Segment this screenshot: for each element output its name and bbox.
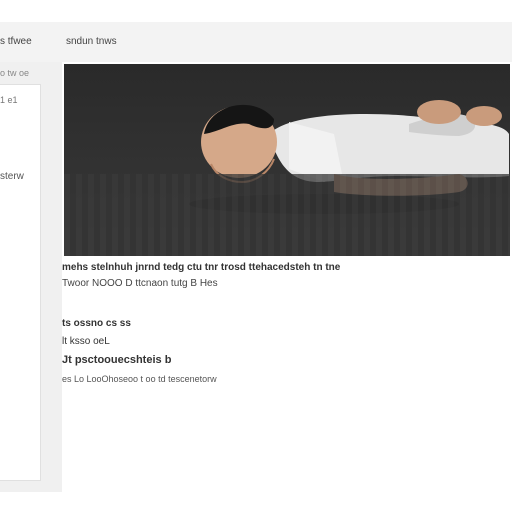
bottom-margin <box>0 492 512 512</box>
featured-photo[interactable] <box>64 64 510 256</box>
sidebar-subheading: o tw oe <box>0 68 30 78</box>
top-header-bar: s tfwee sndun tnws <box>0 22 512 63</box>
left-sidebar: o tw oe 1 e1 sterw <box>0 62 62 492</box>
header-nav-label[interactable]: sndun tnws <box>66 36 117 47</box>
details-line-3: Jt psctoouecshteis b <box>62 354 172 366</box>
main-content: mehs stelnhuh jnrnd tedg ctu tnr trosd t… <box>62 62 512 492</box>
sidebar-item[interactable]: sterw <box>0 171 24 182</box>
sidebar-panel: 1 e1 sterw <box>0 84 41 481</box>
sidebar-top-label: 1 e1 <box>0 95 18 105</box>
details-line-1: ts ossno cs ss <box>62 318 131 329</box>
caption-line-2: Twoor NOOO D ttcnaon tutg B Hes <box>62 278 218 289</box>
site-name[interactable]: s tfwee <box>0 36 32 47</box>
details-line-4: es Lo LooOhoseoo t oo td tescenetorw <box>62 374 217 384</box>
caption-line-1: mehs stelnhuh jnrnd tedg ctu tnr trosd t… <box>62 262 341 273</box>
details-line-2: lt ksso oeL <box>62 336 110 347</box>
photo-floor <box>64 174 510 256</box>
